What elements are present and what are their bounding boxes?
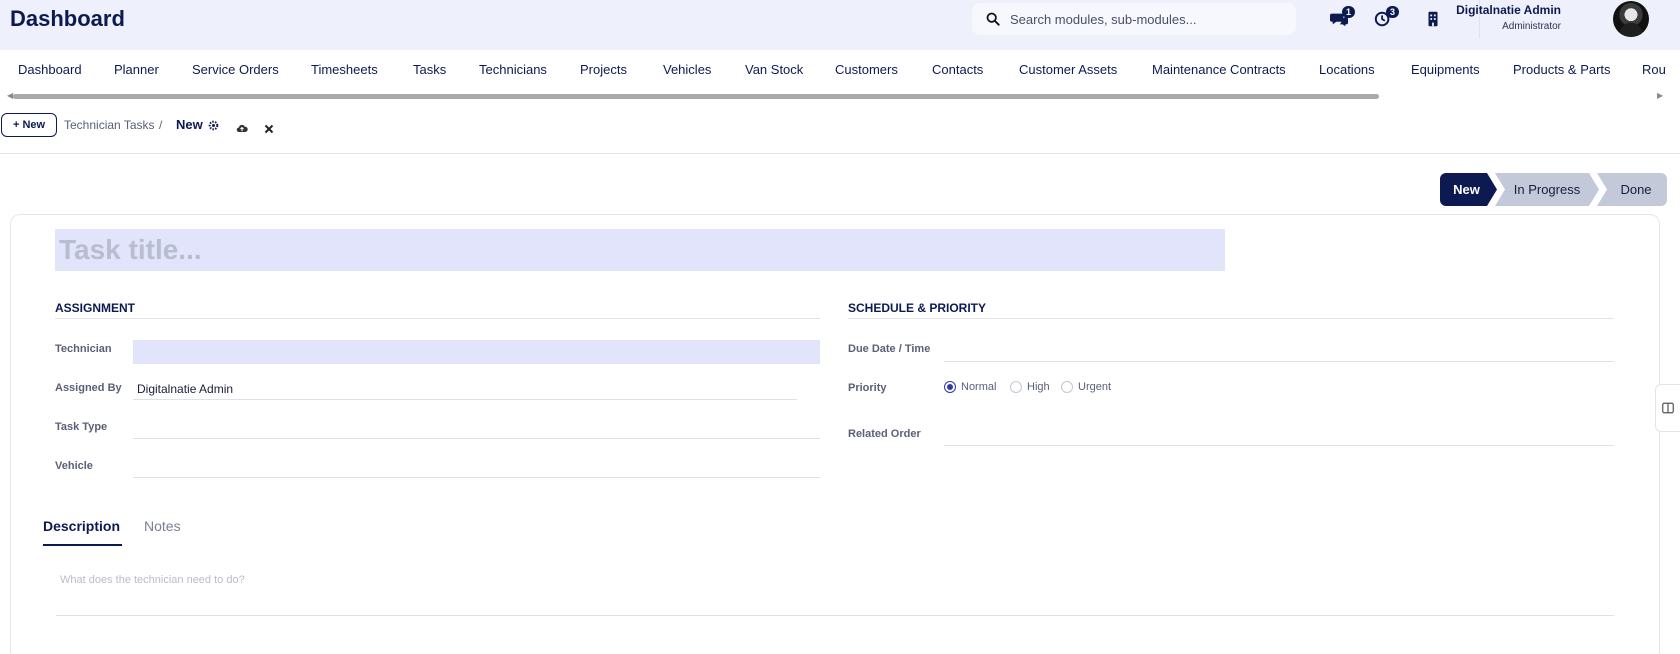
schedule-divider xyxy=(848,318,1614,319)
top-header: Dashboard 1 3 Digitalnatie Admin Adminis… xyxy=(0,0,1680,50)
schedule-heading: SCHEDULE & PRIORITY xyxy=(848,301,987,315)
new-record-button[interactable]: + New xyxy=(1,113,58,137)
tab-description[interactable]: Description xyxy=(43,518,120,534)
priority-normal[interactable]: Normal xyxy=(944,381,996,393)
nav-planner[interactable]: Planner xyxy=(114,62,159,77)
priority-high[interactable]: High xyxy=(1010,381,1050,393)
status-bar: New In Progress Done xyxy=(1440,173,1667,206)
search-box[interactable] xyxy=(972,3,1296,35)
plus-icon: + xyxy=(13,119,20,131)
new-record-label: New xyxy=(22,119,46,131)
search-input[interactable] xyxy=(1010,11,1280,27)
nav-service-orders[interactable]: Service Orders xyxy=(192,62,279,77)
nav-van-stock[interactable]: Van Stock xyxy=(745,62,803,77)
module-nav: Dashboard Planner Service Orders Timeshe… xyxy=(0,50,1680,90)
nav-equipments[interactable]: Equipments xyxy=(1411,62,1480,77)
gear-icon[interactable] xyxy=(208,120,219,131)
assignment-divider xyxy=(55,318,820,319)
nav-customer-assets[interactable]: Customer Assets xyxy=(1019,62,1117,77)
breadcrumb-current: New xyxy=(176,117,203,132)
scrollbar-thumb[interactable] xyxy=(13,94,1379,99)
nav-scrollbar[interactable]: ◀ ▶ xyxy=(0,91,1680,101)
priority-urgent-label: Urgent xyxy=(1078,381,1112,393)
related-order-label: Related Order xyxy=(848,428,921,440)
activity-badge: 3 xyxy=(1386,6,1400,18)
app-title: Dashboard xyxy=(10,6,125,31)
due-date-field[interactable] xyxy=(944,338,1614,362)
user-name[interactable]: Digitalnatie Admin xyxy=(1456,3,1561,17)
stage-in-progress[interactable]: In Progress xyxy=(1495,173,1599,206)
priority-urgent[interactable]: Urgent xyxy=(1061,381,1111,393)
technician-label: Technician xyxy=(55,343,112,355)
nav-customers[interactable]: Customers xyxy=(835,62,898,77)
task-title-input[interactable] xyxy=(55,229,1225,271)
scroll-right-icon[interactable]: ▶ xyxy=(1657,91,1663,100)
task-type-label: Task Type xyxy=(55,421,108,433)
control-panel: + New Technician Tasks / New xyxy=(0,110,1680,154)
nav-tasks[interactable]: Tasks xyxy=(413,62,446,77)
nav-locations[interactable]: Locations xyxy=(1319,62,1375,77)
breadcrumb-separator: / xyxy=(159,118,163,132)
cloud-upload-icon[interactable] xyxy=(236,123,248,135)
radio-unselected[interactable] xyxy=(1061,381,1073,393)
description-input[interactable] xyxy=(56,568,1614,616)
vehicle-label: Vehicle xyxy=(55,460,93,472)
vehicle-field[interactable] xyxy=(133,454,820,478)
panel-icon xyxy=(1662,402,1674,414)
assigned-by-label: Assigned By xyxy=(55,382,122,394)
search-icon xyxy=(986,12,1000,26)
building-icon xyxy=(1428,11,1438,27)
active-tab-indicator xyxy=(43,544,122,546)
assigned-by-field[interactable]: Digitalnatie Admin xyxy=(133,376,797,400)
messages-button[interactable]: 1 xyxy=(1330,6,1356,30)
radio-unselected[interactable] xyxy=(1010,381,1022,393)
close-icon[interactable] xyxy=(264,124,274,134)
nav-vehicles[interactable]: Vehicles xyxy=(663,62,711,77)
nav-technicians[interactable]: Technicians xyxy=(479,62,547,77)
priority-high-label: High xyxy=(1027,381,1050,393)
nav-timesheets[interactable]: Timesheets xyxy=(311,62,378,77)
task-type-field[interactable] xyxy=(133,415,820,439)
nav-overflow[interactable]: Rou xyxy=(1642,62,1666,77)
company-button[interactable] xyxy=(1424,8,1442,30)
assignment-heading: ASSIGNMENT xyxy=(55,301,136,315)
due-date-label: Due Date / Time xyxy=(848,343,931,355)
technician-field[interactable] xyxy=(133,340,820,364)
activity-button[interactable]: 3 xyxy=(1374,6,1400,30)
nav-projects[interactable]: Projects xyxy=(580,62,627,77)
radio-selected[interactable] xyxy=(944,381,956,393)
stage-new[interactable]: New xyxy=(1440,173,1497,206)
priority-label: Priority xyxy=(848,382,887,394)
user-role: Administrator xyxy=(1502,21,1561,32)
priority-normal-label: Normal xyxy=(961,381,997,393)
stage-done[interactable]: Done xyxy=(1597,173,1667,206)
side-panel-toggle[interactable] xyxy=(1655,384,1680,432)
user-avatar[interactable] xyxy=(1613,1,1649,37)
tab-notes[interactable]: Notes xyxy=(144,518,181,534)
breadcrumb-parent[interactable]: Technician Tasks xyxy=(64,118,155,132)
messages-badge: 1 xyxy=(1342,6,1356,18)
nav-contacts[interactable]: Contacts xyxy=(932,62,983,77)
nav-maintenance-contracts[interactable]: Maintenance Contracts xyxy=(1152,62,1286,77)
nav-dashboard[interactable]: Dashboard xyxy=(18,62,82,77)
nav-products-parts[interactable]: Products & Parts xyxy=(1513,62,1611,77)
related-order-field[interactable] xyxy=(944,422,1614,446)
